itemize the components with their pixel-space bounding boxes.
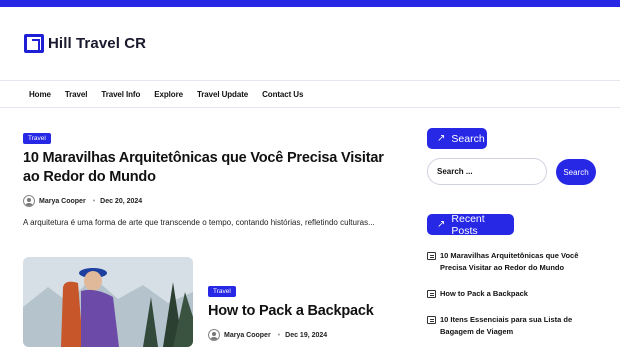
recent-posts-heading: ↗ Recent Posts — [427, 212, 514, 237]
recent-posts-list: 10 Maravilhas Arquitetônicas que Você Pr… — [427, 250, 597, 352]
search-widget-heading: ↗ Search — [427, 128, 487, 149]
meta-separator: • — [277, 331, 281, 339]
arrow-up-right-icon: ↗ — [437, 133, 446, 144]
post-card: Travel 10 Maravilhas Arquitetônicas que … — [23, 127, 393, 230]
category-badge[interactable]: Travel — [208, 286, 236, 297]
post-date[interactable]: Dec 19, 2024 — [285, 332, 327, 339]
post-author[interactable]: Marya Cooper — [224, 332, 271, 339]
top-accent-bar — [0, 0, 620, 7]
nav-item-travel-update[interactable]: Travel Update — [197, 90, 248, 99]
search-button[interactable]: Search — [556, 159, 596, 185]
post-author[interactable]: Marya Cooper — [39, 198, 86, 205]
search-heading-label: Search — [451, 132, 485, 145]
category-badge[interactable]: Travel — [23, 133, 51, 144]
post-list-icon — [427, 290, 436, 298]
search-input[interactable] — [427, 158, 547, 185]
nav-item-travel[interactable]: Travel — [65, 90, 88, 99]
post-thumbnail[interactable] — [23, 257, 193, 347]
recent-post-link[interactable]: 10 Maravilhas Arquitetônicas que Você Pr… — [440, 250, 597, 274]
logo-icon — [24, 34, 44, 53]
post-date[interactable]: Dec 20, 2024 — [100, 198, 142, 205]
author-avatar-icon — [23, 195, 35, 207]
recent-heading-label: Recent Posts — [451, 212, 485, 237]
post-card: Travel How to Pack a Backpack Marya Coop… — [208, 280, 398, 341]
nav-item-contact-us[interactable]: Contact Us — [262, 90, 303, 99]
list-item[interactable]: 10 Itens Essenciais para sua Lista de Ba… — [427, 314, 597, 338]
post-title[interactable]: 10 Maravilhas Arquitetônicas que Você Pr… — [23, 149, 393, 187]
main-nav: Home Travel Travel Info Explore Travel U… — [0, 81, 620, 108]
post-meta: Marya Cooper • Dec 20, 2024 — [23, 195, 393, 207]
author-avatar-icon — [208, 329, 220, 341]
recent-post-link[interactable]: How to Pack a Backpack — [440, 288, 528, 300]
nav-item-explore[interactable]: Explore — [154, 90, 183, 99]
site-title[interactable]: Hill Travel CR — [48, 35, 146, 52]
post-list-icon — [427, 316, 436, 324]
post-excerpt: A arquitetura é uma forma de arte que tr… — [23, 218, 375, 227]
recent-post-link[interactable]: 10 Itens Essenciais para sua Lista de Ba… — [440, 314, 597, 338]
post-meta: Marya Cooper • Dec 19, 2024 — [208, 329, 398, 341]
site-logo[interactable]: Hill Travel CR — [24, 34, 146, 53]
nav-item-travel-info[interactable]: Travel Info — [101, 90, 140, 99]
hiker-backpack-image — [23, 257, 193, 347]
site-header: Hill Travel CR — [0, 7, 620, 81]
arrow-up-right-icon: ↗ — [437, 219, 446, 230]
list-item[interactable]: How to Pack a Backpack — [427, 288, 597, 300]
nav-item-home[interactable]: Home — [29, 90, 51, 99]
post-list-icon — [427, 252, 436, 260]
list-item[interactable]: 10 Maravilhas Arquitetônicas que Você Pr… — [427, 250, 597, 274]
meta-separator: • — [92, 197, 96, 205]
post-title[interactable]: How to Pack a Backpack — [208, 302, 398, 321]
